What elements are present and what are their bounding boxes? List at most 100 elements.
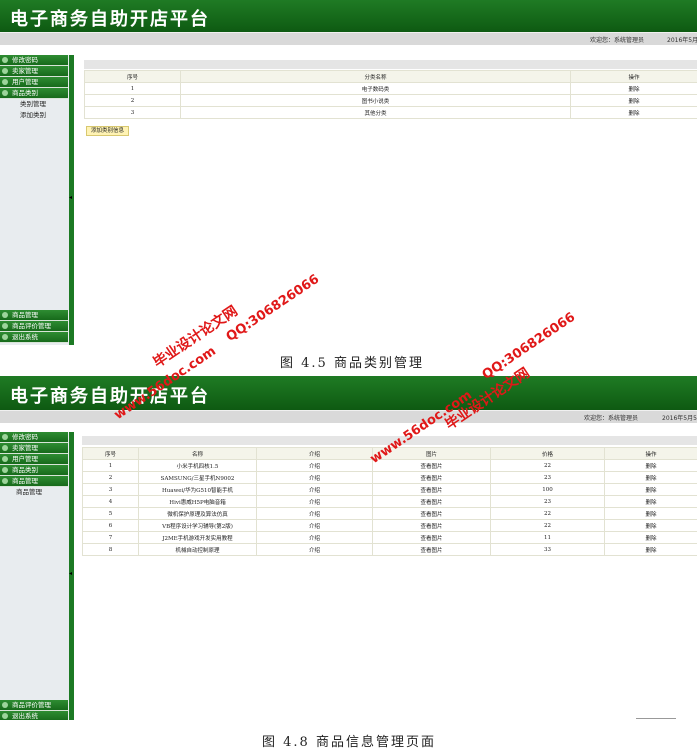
table-row: 6 VB程序设计学习辅导(第2版) 介绍 查看图片 22 删除 xyxy=(82,519,697,532)
sidebar-collapse-handle[interactable] xyxy=(69,55,74,345)
view-image-link[interactable]: 查看图片 xyxy=(372,495,491,508)
view-image-link[interactable]: 查看图片 xyxy=(372,543,491,556)
col-header-category-name: 分类名称 xyxy=(180,70,571,83)
delete-link[interactable]: 删除 xyxy=(570,82,697,95)
menu-bullet-icon xyxy=(2,334,8,340)
view-image-link[interactable]: 查看图片 xyxy=(372,507,491,520)
view-image-link[interactable]: 查看图片 xyxy=(372,459,491,472)
delete-link[interactable]: 删除 xyxy=(604,507,697,520)
menu-user-management[interactable]: 用户管理 xyxy=(0,454,68,465)
cell-index: 1 xyxy=(82,459,139,472)
table-row: 2 图书小说类 删除 xyxy=(84,94,697,107)
menu-bullet-icon xyxy=(2,323,8,329)
cell-name: J2ME手机游戏开发实用教程 xyxy=(138,531,257,544)
table-toolbar xyxy=(84,60,697,69)
category-table: 序号 分类名称 操作 1 电子数码类 删除 2 图书小说类 删除 3 其他分类 … xyxy=(84,70,697,119)
col-header-index: 序号 xyxy=(84,70,181,83)
cell-name: 小米手机四核1.5 xyxy=(138,459,257,472)
cell-index: 7 xyxy=(82,531,139,544)
cell-index: 2 xyxy=(84,94,181,107)
menu-bullet-icon xyxy=(2,456,8,462)
app-header: 电子商务自助开店平台 xyxy=(0,0,697,32)
top-status-bar: 欢迎您：系统管理员 2016年5月5日 xyxy=(0,32,697,45)
menu-bullet-icon xyxy=(2,478,8,484)
view-image-link[interactable]: 查看图片 xyxy=(372,531,491,544)
sidebar-collapse-handle[interactable] xyxy=(69,432,74,720)
intro-link[interactable]: 介绍 xyxy=(256,531,373,544)
delete-link[interactable]: 删除 xyxy=(570,94,697,107)
menu-bullet-icon xyxy=(2,57,8,63)
app-title: 电子商务自助开店平台 xyxy=(10,9,210,30)
cell-category-name: 电子数码类 xyxy=(180,82,571,95)
delete-link[interactable]: 删除 xyxy=(604,483,697,496)
delete-link[interactable]: 删除 xyxy=(604,531,697,544)
menu-logout[interactable]: 退出系统 xyxy=(0,332,68,343)
cell-index: 5 xyxy=(82,507,139,520)
menu-bullet-icon xyxy=(2,79,8,85)
submenu-add-category[interactable]: 添加类别 xyxy=(20,111,46,120)
col-header-intro: 介绍 xyxy=(256,447,373,460)
menu-bullet-icon xyxy=(2,713,8,719)
delete-link[interactable]: 删除 xyxy=(570,106,697,119)
date-text: 2016年5月5日 xyxy=(667,37,697,44)
delete-link[interactable]: 删除 xyxy=(604,543,697,556)
table-row: 1 小米手机四核1.5 介绍 查看图片 22 删除 xyxy=(82,459,697,472)
cell-name: 机械自动控制原理 xyxy=(138,543,257,556)
menu-seller-management[interactable]: 卖家管理 xyxy=(0,443,68,454)
table-row: 2 SAMSUNG/三星手机N9002 介绍 查看图片 23 删除 xyxy=(82,471,697,484)
top-status-bar: 欢迎您：系统管理员 2016年5月5日 xyxy=(0,410,697,423)
cell-price: 22 xyxy=(490,459,605,472)
menu-change-password[interactable]: 修改密码 xyxy=(0,55,68,66)
col-header-action: 操作 xyxy=(570,70,697,83)
view-image-link[interactable]: 查看图片 xyxy=(372,471,491,484)
delete-link[interactable]: 删除 xyxy=(604,519,697,532)
delete-link[interactable]: 删除 xyxy=(604,495,697,508)
intro-link[interactable]: 介绍 xyxy=(256,519,373,532)
cell-price: 23 xyxy=(490,495,605,508)
delete-link[interactable]: 删除 xyxy=(604,471,697,484)
app-title: 电子商务自助开店平台 xyxy=(10,386,210,407)
col-header-name: 名称 xyxy=(138,447,257,460)
menu-change-password[interactable]: 修改密码 xyxy=(0,432,68,443)
submenu-category-management[interactable]: 类别管理 xyxy=(20,100,46,109)
table-row: 3 Huawei/华为G510智能手机 介绍 查看图片 100 删除 xyxy=(82,483,697,496)
cell-name: Huawei/华为G510智能手机 xyxy=(138,483,257,496)
view-image-link[interactable]: 查看图片 xyxy=(372,483,491,496)
cell-category-name: 其他分类 xyxy=(180,106,571,119)
intro-link[interactable]: 介绍 xyxy=(256,471,373,484)
cell-price: 11 xyxy=(490,531,605,544)
menu-user-management[interactable]: 用户管理 xyxy=(0,77,68,88)
sidebar: 修改密码 卖家管理 用户管理 商品类别 类别管理 添加类别 商品管理 商品评价管… xyxy=(0,55,74,345)
menu-product-category[interactable]: 商品类别 xyxy=(0,88,68,99)
product-table: 序号 名称 介绍 图片 价格 操作 1 小米手机四核1.5 介绍 查看图片 22… xyxy=(82,447,697,556)
cell-name: VB程序设计学习辅导(第2版) xyxy=(138,519,257,532)
cell-name: Hivi惠威H5P电脑音箱 xyxy=(138,495,257,508)
menu-product-management[interactable]: 商品管理 xyxy=(0,476,68,487)
add-category-button[interactable]: 添加类别信息 xyxy=(86,126,130,136)
menu-bullet-icon xyxy=(2,90,8,96)
date-text: 2016年5月5日 xyxy=(662,415,697,422)
menu-product-review-management[interactable]: 商品评价管理 xyxy=(0,321,68,332)
menu-bullet-icon xyxy=(2,68,8,74)
intro-link[interactable]: 介绍 xyxy=(256,543,373,556)
sidebar: 修改密码 卖家管理 用户管理 商品类别 商品管理 商品管理 商品评价管理 退出系… xyxy=(0,432,74,720)
cell-price: 100 xyxy=(490,483,605,496)
menu-product-management[interactable]: 商品管理 xyxy=(0,310,68,321)
welcome-text: 欢迎您：系统管理员 xyxy=(584,415,639,422)
cell-index: 6 xyxy=(82,519,139,532)
menu-seller-management[interactable]: 卖家管理 xyxy=(0,66,68,77)
menu-product-review-management[interactable]: 商品评价管理 xyxy=(0,700,68,711)
page-divider xyxy=(636,718,676,719)
menu-logout[interactable]: 退出系统 xyxy=(0,711,68,720)
intro-link[interactable]: 介绍 xyxy=(256,507,373,520)
view-image-link[interactable]: 查看图片 xyxy=(372,519,491,532)
intro-link[interactable]: 介绍 xyxy=(256,459,373,472)
col-header-action: 操作 xyxy=(604,447,697,460)
intro-link[interactable]: 介绍 xyxy=(256,483,373,496)
menu-product-category[interactable]: 商品类别 xyxy=(0,465,68,476)
intro-link[interactable]: 介绍 xyxy=(256,495,373,508)
delete-link[interactable]: 删除 xyxy=(604,459,697,472)
col-header-price: 价格 xyxy=(490,447,605,460)
cell-index: 8 xyxy=(82,543,139,556)
submenu-product-management[interactable]: 商品管理 xyxy=(16,488,42,497)
